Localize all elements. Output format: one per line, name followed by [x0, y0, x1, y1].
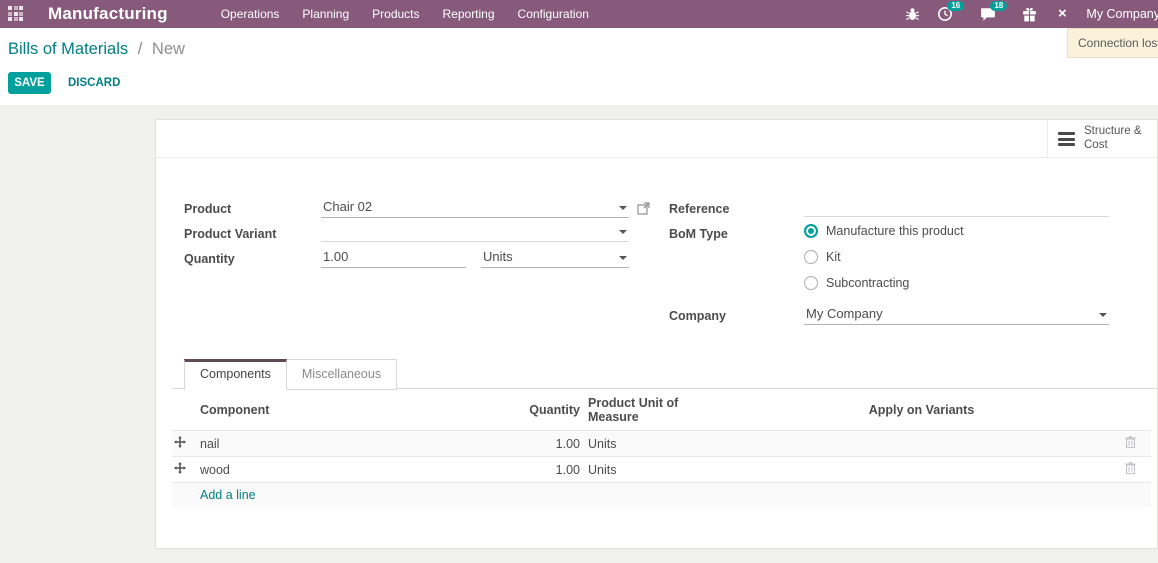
connection-lost-toast: Connection lost.	[1067, 28, 1158, 58]
company-field[interactable]: My Company	[804, 306, 1109, 325]
uom-value: Units	[483, 249, 513, 264]
variants-column-header[interactable]: Apply on Variants	[734, 389, 1109, 431]
menu-configuration[interactable]: Configuration	[515, 5, 592, 23]
tab-components[interactable]: Components	[184, 359, 287, 390]
quantity-column-header[interactable]: Quantity	[522, 389, 584, 431]
uom-cell[interactable]: Units	[584, 456, 734, 483]
structure-cost-button[interactable]: Structure & Cost	[1047, 120, 1157, 158]
navbar-systray: 16 18 × My Company	[903, 0, 1158, 28]
chevron-down-icon[interactable]	[619, 206, 627, 210]
form-sheet: Structure & Cost Product Chair 02 Produc…	[155, 119, 1158, 549]
bom-type-label: BoM Type	[669, 227, 728, 241]
bom-type-manufacture-radio[interactable]: Manufacture this product	[804, 224, 964, 238]
chevron-down-icon[interactable]	[619, 230, 627, 234]
uom-cell[interactable]: Units	[584, 430, 734, 457]
empty-cell	[172, 482, 196, 507]
bom-type-kit-label[interactable]: Kit	[826, 250, 841, 264]
variants-cell[interactable]	[734, 456, 1109, 483]
user-company-menu[interactable]: My Company	[1086, 7, 1158, 21]
table-row: nail 1.00 Units	[172, 430, 1151, 457]
sheet-header: Structure & Cost	[156, 120, 1157, 158]
table-header-row: Component Quantity Product Unit of Measu…	[172, 389, 1151, 431]
quantity-label: Quantity	[184, 252, 235, 266]
notebook-tabs: Components Miscellaneous	[184, 359, 398, 390]
product-variant-label: Product Variant	[184, 227, 277, 241]
breadcrumb-current: New	[151, 40, 185, 58]
radio-selected-icon[interactable]	[804, 224, 818, 238]
component-cell[interactable]: wood	[196, 456, 522, 483]
main-menu: Operations Planning Products Reporting C…	[218, 5, 592, 23]
bom-type-kit-radio[interactable]: Kit	[804, 250, 841, 264]
product-variant-field[interactable]	[321, 224, 629, 242]
drag-handle-icon[interactable]	[172, 456, 196, 483]
trash-column-header	[1109, 389, 1151, 431]
activities-clock-icon[interactable]: 16	[936, 1, 965, 23]
messages-count-badge: 18	[990, 1, 1008, 11]
structure-bars-icon	[1058, 132, 1075, 146]
radio-unselected-icon[interactable]	[804, 250, 818, 264]
app-name[interactable]: Manufacturing	[48, 4, 168, 24]
radio-unselected-icon[interactable]	[804, 276, 818, 290]
breadcrumb: Bills of Materials / New	[8, 40, 185, 59]
product-label: Product	[184, 202, 232, 216]
company-label: Company	[669, 309, 726, 323]
drag-handle-icon[interactable]	[172, 430, 196, 457]
content-area: Structure & Cost Product Chair 02 Produc…	[0, 105, 1158, 563]
add-a-line-link[interactable]: Add a line	[200, 488, 256, 502]
breadcrumb-separator: /	[137, 40, 143, 58]
menu-reporting[interactable]: Reporting	[440, 5, 498, 23]
component-column-header[interactable]: Component	[196, 389, 522, 431]
control-panel: Bills of Materials / New SAVE DISCARD	[0, 28, 1158, 105]
debug-bug-icon[interactable]	[903, 5, 921, 23]
top-navbar: Manufacturing Operations Planning Produc…	[0, 0, 1158, 28]
delete-row-trash-icon[interactable]	[1109, 430, 1151, 457]
table-row: wood 1.00 Units	[172, 456, 1151, 483]
breadcrumb-bills-of-materials[interactable]: Bills of Materials	[8, 40, 128, 58]
menu-operations[interactable]: Operations	[218, 5, 283, 23]
bom-type-subcontracting-label[interactable]: Subcontracting	[826, 276, 909, 290]
company-value: My Company	[806, 306, 883, 321]
bom-type-subcontracting-radio[interactable]: Subcontracting	[804, 276, 909, 290]
uom-field[interactable]: Units	[481, 249, 629, 268]
variants-cell[interactable]	[734, 430, 1109, 457]
product-field[interactable]: Chair 02	[321, 199, 629, 218]
product-value: Chair 02	[323, 199, 373, 214]
uom-column-header[interactable]: Product Unit of Measure	[584, 389, 734, 431]
bom-type-manufacture-label[interactable]: Manufacture this product	[826, 224, 964, 238]
apps-menu-icon[interactable]	[8, 6, 28, 22]
tab-miscellaneous[interactable]: Miscellaneous	[286, 359, 398, 390]
add-line-row: Add a line	[172, 482, 1151, 507]
quantity-field[interactable]: 1.00	[321, 249, 466, 268]
reference-field[interactable]	[804, 199, 1109, 217]
menu-products[interactable]: Products	[369, 5, 422, 23]
messages-chat-icon[interactable]: 18	[979, 1, 1008, 23]
delete-row-trash-icon[interactable]	[1109, 456, 1151, 483]
discard-button[interactable]: DISCARD	[68, 72, 120, 94]
structure-cost-label: Structure & Cost	[1084, 125, 1142, 151]
chevron-down-icon[interactable]	[619, 256, 627, 260]
chevron-down-icon[interactable]	[1099, 313, 1107, 317]
gift-icon[interactable]	[1020, 5, 1038, 23]
components-table: Component Quantity Product Unit of Measu…	[172, 389, 1151, 507]
save-button[interactable]: SAVE	[8, 72, 51, 94]
handle-column-header	[172, 389, 196, 431]
activities-count-badge: 16	[947, 1, 965, 11]
external-link-icon[interactable]	[637, 202, 650, 220]
reference-label: Reference	[669, 202, 730, 216]
close-icon[interactable]: ×	[1053, 5, 1071, 23]
component-cell[interactable]: nail	[196, 430, 522, 457]
menu-planning[interactable]: Planning	[299, 5, 352, 23]
quantity-cell[interactable]: 1.00	[522, 430, 584, 457]
quantity-cell[interactable]: 1.00	[522, 456, 584, 483]
quantity-value: 1.00	[323, 249, 349, 264]
